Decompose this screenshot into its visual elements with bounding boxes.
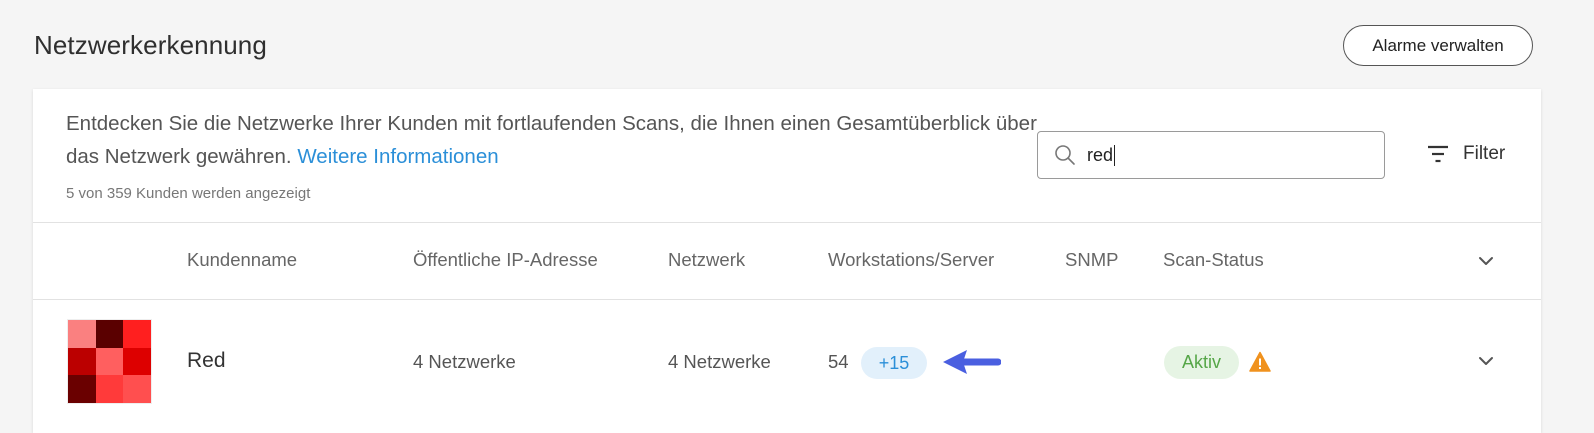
public-ip-value: 4 Netzwerke xyxy=(413,351,516,372)
search-icon xyxy=(1055,145,1075,165)
logo-cell xyxy=(95,347,124,376)
divider xyxy=(33,222,1541,223)
page-title: Netzwerkerkennung xyxy=(34,30,267,60)
customer-name[interactable]: Red xyxy=(187,349,226,373)
divider xyxy=(33,299,1541,300)
search-input[interactable]: red xyxy=(1037,131,1385,179)
column-header-customer-name[interactable]: Kundenname xyxy=(187,249,297,271)
network-value: 4 Netzwerke xyxy=(668,351,771,372)
logo-cell xyxy=(123,375,151,403)
logo-cell xyxy=(123,347,151,376)
logo-cell xyxy=(68,375,96,403)
column-header-workstations[interactable]: Workstations/Server xyxy=(828,249,994,271)
logo-cell xyxy=(68,347,96,376)
more-info-link[interactable]: Weitere Informationen xyxy=(297,145,498,168)
description-text: Entdecken Sie die Netzwerke Ihrer Kunden… xyxy=(66,112,1037,168)
filter-icon xyxy=(1428,145,1448,163)
filter-label: Filter xyxy=(1463,143,1506,164)
network-discovery-card: Entdecken Sie die Netzwerke Ihrer Kunden… xyxy=(33,89,1541,433)
expand-all-chevron-icon[interactable] xyxy=(1476,251,1496,271)
column-header-snmp[interactable]: SNMP xyxy=(1065,249,1118,271)
manage-alarms-button[interactable]: Alarme verwalten xyxy=(1343,25,1533,66)
column-header-public-ip[interactable]: Öffentliche IP-Adresse xyxy=(413,249,598,271)
warning-icon[interactable] xyxy=(1249,351,1271,373)
description: Entdecken Sie die Netzwerke Ihrer Kunden… xyxy=(66,107,1046,173)
workstations-count: 54 xyxy=(828,351,849,372)
expand-row-chevron-icon[interactable] xyxy=(1476,351,1496,371)
text-caret xyxy=(1114,144,1116,166)
logo-cell xyxy=(123,320,151,348)
filter-button[interactable]: Filter xyxy=(1427,143,1505,165)
logo-cell xyxy=(95,375,124,403)
column-header-network[interactable]: Netzwerk xyxy=(668,249,745,271)
logo-cell xyxy=(68,320,96,348)
workstations-extra-badge[interactable]: +15 xyxy=(861,347,927,379)
search-value: red xyxy=(1087,144,1114,165)
customer-count: 5 von 359 Kunden werden angezeigt xyxy=(66,185,311,202)
scan-status-badge: Aktiv xyxy=(1164,346,1239,379)
column-header-scan-status[interactable]: Scan-Status xyxy=(1163,249,1264,271)
customer-logo xyxy=(67,319,152,404)
logo-cell xyxy=(95,320,124,348)
arrow-left-icon xyxy=(943,350,1001,374)
